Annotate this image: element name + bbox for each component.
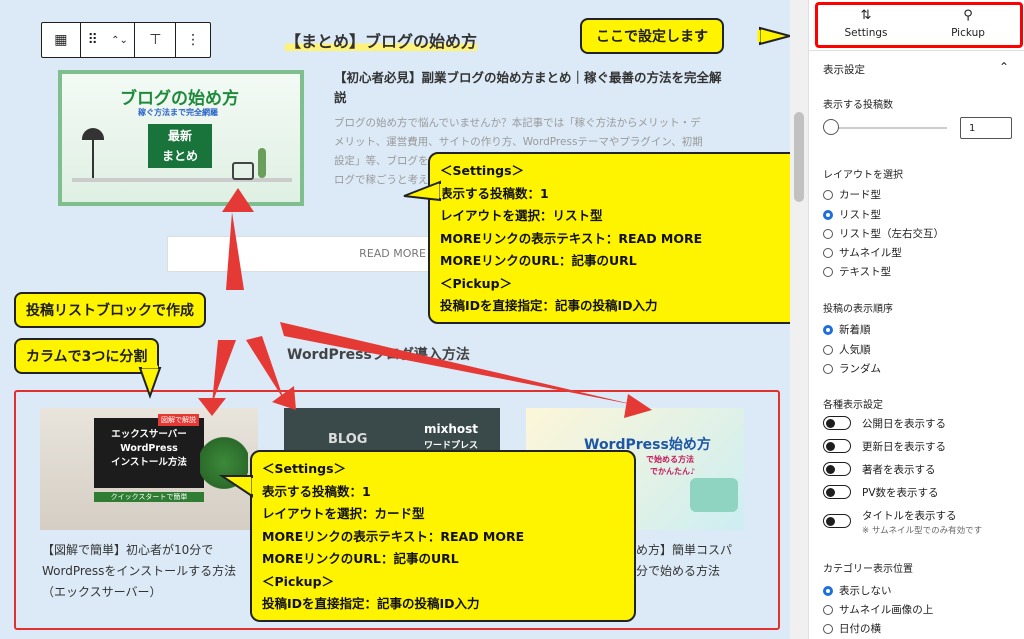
- clock-illustration: [232, 162, 254, 180]
- toggle-updated-date[interactable]: [823, 439, 851, 453]
- panel-title[interactable]: 表示設定: [823, 62, 865, 77]
- order-option-popular[interactable]: 人気順: [823, 342, 871, 357]
- column-1-thumbnail[interactable]: エックスサーバー WordPress インストール方法 図解で解説 クイックスタ…: [40, 408, 258, 530]
- fern-illustration: [200, 428, 248, 498]
- toggle-author-label: 著者を表示する: [862, 464, 936, 476]
- plant-illustration: [258, 148, 266, 178]
- thumb-subtitle: 稼ぐ方法まで完全網羅: [138, 108, 218, 117]
- canvas-scrollbar[interactable]: [790, 0, 808, 639]
- category-option-next-to-date[interactable]: 日付の横: [823, 621, 881, 636]
- category-option-above-thumbnail[interactable]: サムネイル画像の上: [823, 602, 933, 617]
- editor-canvas: ▦ ⠿ ⌃⌄ ⊤ ⋮ 【まとめ】ブログの始め方 ブログの始め方 稼ぐ方法まで完全…: [0, 0, 816, 639]
- layout-option-card[interactable]: カード型: [823, 187, 881, 202]
- toggle-title-note: ※ サムネイル型でのみ有効です: [862, 526, 983, 536]
- column-1-title[interactable]: 【図解で簡単】初心者が10分で WordPressをインストールする方法 （エッ…: [42, 540, 262, 603]
- highlight-box: [815, 2, 1023, 48]
- layout-option-thumbnail[interactable]: サムネイル型: [823, 245, 902, 260]
- collapse-icon[interactable]: ⌃: [999, 60, 1009, 74]
- transform-icon[interactable]: ⊤: [135, 23, 177, 57]
- block-type-icon[interactable]: ▦: [42, 23, 81, 57]
- category-option-none[interactable]: 表示しない: [823, 583, 892, 598]
- move-up-down-icon[interactable]: ⌃⌄: [105, 23, 136, 57]
- toggle-pv-count[interactable]: [823, 485, 851, 499]
- desk-illustration: [72, 178, 292, 182]
- section-heading-wordpress: WordPressブログ導入方法: [287, 347, 470, 363]
- order-option-random[interactable]: ランダム: [823, 361, 881, 376]
- block-toolbar: ▦ ⠿ ⌃⌄ ⊤ ⋮: [41, 22, 211, 58]
- toggle-publish-date[interactable]: [823, 416, 851, 430]
- post-title[interactable]: 【初心者必見】副業ブログの始め方まとめ｜稼ぐ最善の方法を完全解説: [334, 68, 754, 108]
- layout-label: レイアウトを選択: [823, 170, 903, 181]
- post-count-label: 表示する投稿数: [823, 100, 893, 111]
- toggle-title[interactable]: [823, 514, 851, 528]
- sidebar-tabs: ⇅ Settings ⚲ Pickup: [809, 0, 1024, 51]
- display-settings-label: 各種表示設定: [823, 400, 883, 411]
- toggle-author[interactable]: [823, 462, 851, 476]
- toggle-title-label: タイトルを表示する: [862, 510, 957, 522]
- thumb-badge: 最新 まとめ: [148, 124, 212, 168]
- order-label: 投稿の表示順序: [823, 304, 893, 315]
- callout-top-settings: ＜Settings＞ 表示する投稿数：1 レイアウトを選択：リスト型 MOREリ…: [428, 152, 816, 324]
- layout-option-text[interactable]: テキスト型: [823, 264, 891, 279]
- thumb-title: ブログの始め方: [120, 89, 239, 109]
- settings-sidebar: ⇅ Settings ⚲ Pickup 表示設定 ⌃ 表示する投稿数 1 レイア…: [808, 0, 1024, 639]
- layout-option-list[interactable]: リスト型: [823, 207, 881, 222]
- post-count-slider-track[interactable]: [829, 127, 947, 129]
- more-options-icon[interactable]: ⋮: [176, 23, 210, 57]
- callout-bottom-settings: ＜Settings＞ 表示する投稿数：1 レイアウトを選択：カード型 MOREリ…: [250, 450, 636, 622]
- laptop-illustration: [690, 478, 738, 512]
- toggle-publish-date-label: 公開日を表示する: [862, 418, 946, 430]
- post-thumbnail[interactable]: ブログの始め方 稼ぐ方法まで完全網羅 最新 まとめ: [58, 70, 304, 206]
- drag-handle-icon[interactable]: ⠿: [81, 23, 105, 57]
- post-count-input[interactable]: 1: [960, 117, 1012, 139]
- toggle-updated-date-label: 更新日を表示する: [862, 441, 946, 453]
- order-option-newest[interactable]: 新着順: [823, 322, 871, 337]
- category-position-label: カテゴリー表示位置: [823, 564, 913, 575]
- post-count-slider-handle[interactable]: [823, 119, 839, 135]
- column-3-title[interactable]: め方】簡単コスパ 分で始める方法: [636, 540, 786, 582]
- label-split-columns: カラムで3つに分割: [14, 338, 160, 374]
- label-set-here: ここで設定します: [580, 18, 724, 54]
- label-post-list-block: 投稿リストブロックで作成: [14, 292, 206, 328]
- toggle-pv-count-label: PV数を表示する: [862, 487, 939, 499]
- layout-option-list-alternate[interactable]: リスト型（左右交互）: [823, 226, 944, 241]
- section-heading-summary: 【まとめ】ブログの始め方: [285, 32, 478, 51]
